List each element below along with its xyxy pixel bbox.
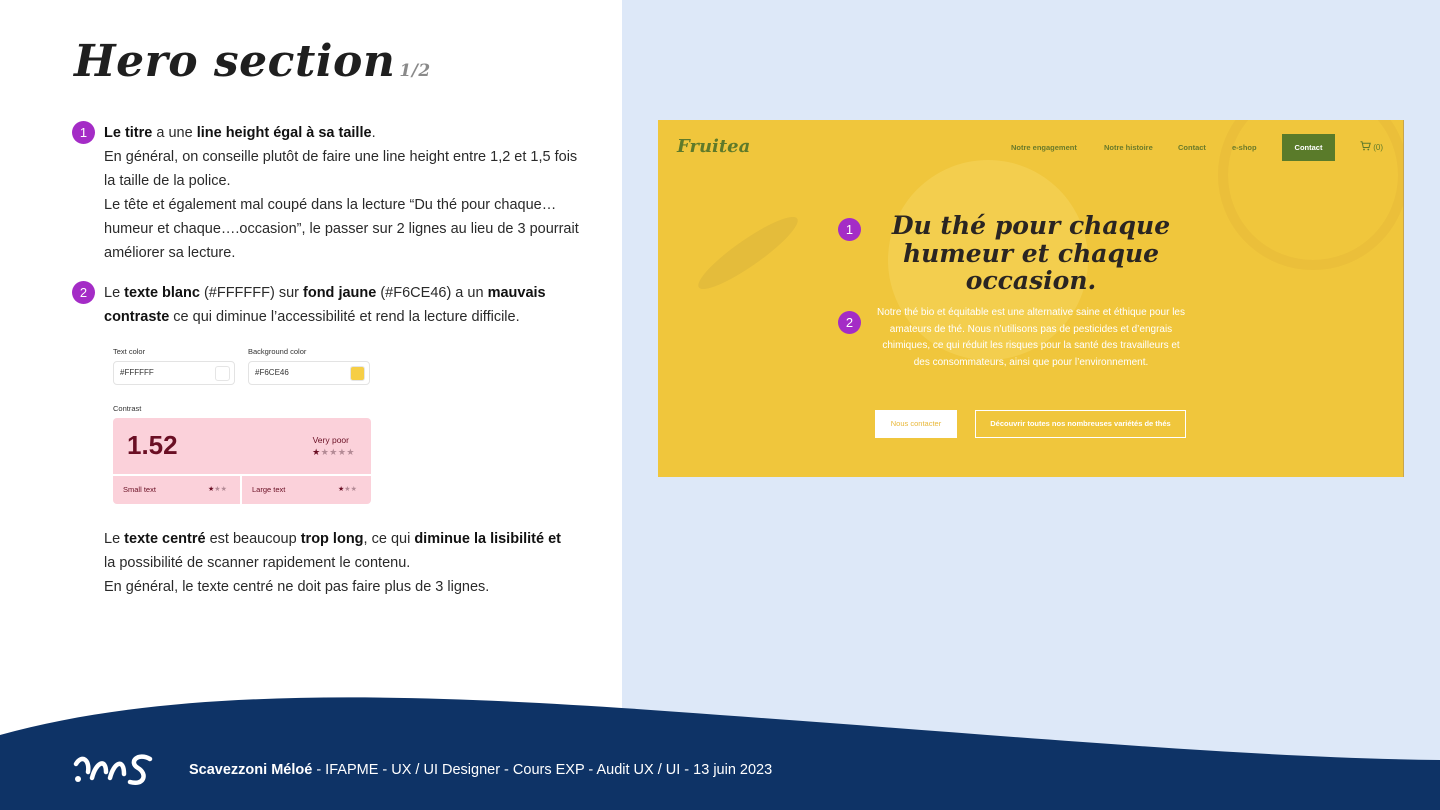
emphasis-text: fond jaune	[303, 285, 377, 301]
note-text: Le	[104, 285, 125, 301]
mockup-cart[interactable]: (0)	[1360, 141, 1383, 152]
note-badge-2: 2	[72, 281, 95, 304]
note-line: Le texte blanc (#FFFFFF) sur fond jaune …	[104, 281, 604, 305]
text-color-label: Text color	[113, 347, 146, 356]
note-line: En général, on conseille plutôt de faire…	[104, 145, 604, 169]
mockup-contact-button[interactable]: Contact	[1282, 134, 1335, 161]
note-line: Le titre a une line height égal à sa tai…	[104, 121, 604, 145]
note-text: la possibilité de scanner rapidement le …	[104, 555, 411, 571]
note-text: (#F6CE46) a un	[376, 285, 488, 301]
mockup-cta-contact[interactable]: Nous contacter	[875, 410, 957, 438]
note-text: En général, on conseille plutôt de faire…	[104, 149, 578, 165]
large-text-label: Large text	[252, 485, 286, 494]
leaf-decoration	[691, 207, 805, 299]
contrast-verdict: Very poor	[312, 435, 349, 445]
star-empty-icon: ★	[320, 447, 330, 457]
note-line: la possibilité de scanner rapidement le …	[104, 551, 604, 575]
note-text: humeur et chaque….occasion”, le passer s…	[104, 221, 579, 237]
slide-subtitle: 1/2	[399, 61, 431, 81]
note-text: .	[371, 125, 376, 141]
small-text-label: Small text	[123, 485, 156, 494]
text-color-swatch	[215, 366, 230, 381]
note-line: Le texte centré est beaucoup trop long, …	[104, 527, 604, 551]
emphasis-text: texte blanc	[124, 285, 200, 301]
note-text: Le tête et également mal coupé dans la l…	[104, 197, 557, 213]
slide-title-text: Hero section	[74, 36, 396, 87]
star-empty-icon: ★	[350, 486, 357, 493]
contrast-result-card: 1.52 Very poor ★★★★★ Small text ★★★ Larg…	[113, 418, 371, 504]
note-text: la taille de la police.	[104, 173, 231, 189]
note-line: humeur et chaque….occasion”, le passer s…	[104, 217, 604, 241]
footer-details: - IFAPME - UX / UI Designer - Cours EXP …	[312, 762, 773, 778]
note-line: la taille de la police.	[104, 169, 604, 193]
note-text: ce qui diminue l’accessibilité et rend l…	[169, 309, 520, 325]
bg-color-swatch	[350, 366, 365, 381]
emphasis-text: mauvais	[487, 285, 546, 301]
hero-title-line: Du thé pour chaque	[891, 211, 1171, 240]
small-text-stars: ★★★	[208, 485, 227, 493]
note-text: Le	[104, 531, 125, 547]
mockup-cta-discover[interactable]: Découvrir toutes nos nombreuses variétés…	[975, 410, 1186, 438]
divider	[240, 476, 242, 504]
emphasis-text: contraste	[104, 309, 170, 325]
note-text: est beaucoup	[205, 531, 301, 547]
footer-author: Scavezzoni Méloé	[189, 762, 313, 778]
star-filled-icon: ★	[312, 447, 321, 457]
cart-count: (0)	[1373, 143, 1384, 152]
contrast-rating-stars: ★★★★★	[312, 447, 355, 458]
note-text: , ce qui	[363, 531, 415, 547]
large-text-stars: ★★★	[338, 485, 357, 493]
mockup-badge-2: 2	[838, 311, 861, 334]
website-mockup: Fruitea Notre engagement Notre histoire …	[658, 120, 1404, 477]
bg-color-label: Background color	[248, 347, 307, 356]
note-text: améliorer sa lecture.	[104, 245, 236, 261]
footer-background	[0, 697, 1440, 810]
cart-icon	[1360, 141, 1371, 151]
emphasis-text: trop long	[300, 531, 364, 547]
ms-monogram-icon	[73, 754, 153, 786]
mockup-hero-text: Notre thé bio et équitable est une alter…	[877, 307, 1185, 368]
mockup-hero-title: Du thé pour chaque humeur et chaque occa…	[858, 212, 1204, 295]
divider	[113, 474, 371, 476]
note-text: En général, le texte centré ne doit pas …	[104, 579, 490, 595]
footer-credit: Scavezzoni Méloé - IFAPME - UX / UI Desi…	[189, 762, 772, 778]
emphasis-text: diminue la lisibilité et	[414, 531, 561, 547]
mockup-nav-contact[interactable]: Contact	[1178, 143, 1206, 152]
mockup-nav-histoire[interactable]: Notre histoire	[1104, 143, 1153, 152]
emphasis-text: texte centré	[124, 531, 206, 547]
hero-title-line: occasion.	[965, 266, 1097, 295]
slide-title: Hero section 1/2	[74, 36, 431, 87]
note-line: En général, le texte centré ne doit pas …	[104, 575, 604, 599]
mockup-nav-engagement[interactable]: Notre engagement	[1011, 143, 1077, 152]
contrast-ratio: 1.52	[127, 430, 178, 460]
star-empty-icon: ★	[329, 447, 338, 457]
emphasis-text: Le titre	[104, 125, 153, 141]
note-line: améliorer sa lecture.	[104, 241, 604, 265]
note-3: Le texte centré est beaucoup trop long, …	[104, 527, 604, 599]
text-color-field[interactable]: #FFFFFF	[113, 361, 235, 385]
emphasis-text: line height égal à sa taille	[196, 125, 372, 141]
bg-color-value: #F6CE46	[255, 368, 289, 377]
note-text: (#FFFFFF) sur	[199, 285, 304, 301]
note-line: Le tête et également mal coupé dans la l…	[104, 193, 604, 217]
hero-title-line: humeur et chaque	[902, 238, 1160, 268]
contrast-label: Contrast	[113, 404, 142, 413]
note-text: a une	[152, 125, 197, 141]
note-line: contraste ce qui diminue l’accessibilité…	[104, 305, 604, 329]
text-color-value: #FFFFFF	[120, 368, 154, 377]
star-empty-icon: ★	[220, 486, 227, 493]
note-1: Le titre a une line height égal à sa tai…	[104, 121, 604, 265]
note-badge-1: 1	[72, 121, 95, 144]
bg-color-field[interactable]: #F6CE46	[248, 361, 370, 385]
note-2: Le texte blanc (#FFFFFF) sur fond jaune …	[104, 281, 604, 329]
mockup-nav-eshop[interactable]: e-shop	[1232, 143, 1257, 152]
mockup-logo[interactable]: Fruitea	[677, 136, 750, 157]
star-empty-icon: ★	[346, 447, 355, 457]
